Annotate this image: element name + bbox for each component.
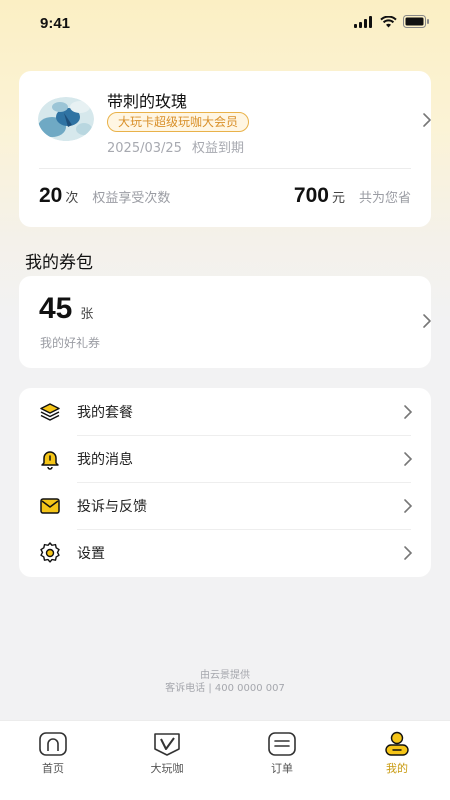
coupon-number: 45 (39, 292, 73, 325)
tab-mine[interactable]: 我的 (357, 731, 437, 776)
menu-item-label: 我的套餐 (77, 405, 133, 421)
chevron-right-icon (404, 546, 413, 560)
member-badge: 大玩卡超级玩咖大会员 (107, 112, 250, 132)
tab-label: 我的 (386, 762, 408, 775)
menu-item-label: 投诉与反馈 (77, 499, 147, 515)
signal-icon (354, 15, 372, 28)
profile-divider (39, 168, 411, 169)
layers-icon (40, 403, 60, 421)
menu-item-messages[interactable]: 我的消息 (19, 435, 431, 482)
menu-item-label: 设置 (77, 546, 105, 562)
expire-row: 2025/03/25 权益到期 (107, 137, 244, 156)
coupon-count: 45 张 (39, 292, 93, 326)
coupon-label: 我的好礼券 (40, 336, 101, 350)
chevron-right-icon (404, 452, 413, 466)
saved-stat: 700 元 共为您省 (294, 184, 411, 208)
chevron-right-icon (404, 499, 413, 513)
gear-icon (40, 542, 60, 563)
status-bar: 9:41 (0, 0, 450, 46)
coupon-unit: 张 (80, 307, 94, 322)
saved-label: 共为您省 (358, 191, 411, 206)
usage-count: 20 (39, 184, 63, 207)
status-icons (354, 15, 430, 28)
menu-item-packages[interactable]: 我的套餐 (19, 388, 431, 435)
chevron-right-icon[interactable] (422, 313, 432, 329)
menu-item-label: 我的消息 (77, 452, 133, 468)
tab-bar: 首页 大玩咖 订单 我的 (0, 720, 450, 800)
tab-home[interactable]: 首页 (13, 731, 93, 776)
expire-label: 权益到期 (191, 141, 244, 156)
tab-label: 订单 (271, 762, 293, 775)
menu-item-settings[interactable]: 设置 (19, 529, 431, 576)
chevron-right-icon (404, 405, 413, 419)
mail-icon (40, 498, 60, 514)
saved-amount: 700 (293, 184, 329, 207)
usage-stat: 20 次 权益享受次数 (39, 184, 170, 208)
tab-label: 大玩咖 (150, 762, 184, 775)
battery-icon (403, 15, 429, 28)
expire-date: 2025/03/25 (107, 141, 182, 156)
tab-label: 首页 (42, 762, 64, 775)
footer-phone: 客诉电话 | 400 0000 007 (165, 683, 285, 694)
status-time: 9:41 (40, 15, 71, 32)
card-icon (154, 733, 180, 756)
order-icon (268, 732, 296, 756)
saved-unit: 元 (331, 191, 345, 206)
username: 带刺的玫瑰 (107, 92, 188, 111)
wifi-icon (380, 15, 397, 27)
menu-item-feedback[interactable]: 投诉与反馈 (19, 482, 431, 529)
tab-dawanka[interactable]: 大玩咖 (127, 731, 207, 776)
section-title-coupons: 我的券包 (25, 253, 93, 273)
bell-icon (41, 451, 59, 470)
home-icon (39, 732, 67, 756)
usage-unit: 次 (65, 191, 79, 206)
avatar[interactable] (38, 97, 94, 141)
usage-label: 权益享受次数 (92, 191, 171, 206)
tab-orders[interactable]: 订单 (242, 731, 322, 776)
user-icon (385, 731, 409, 756)
chevron-right-icon[interactable] (422, 112, 432, 128)
